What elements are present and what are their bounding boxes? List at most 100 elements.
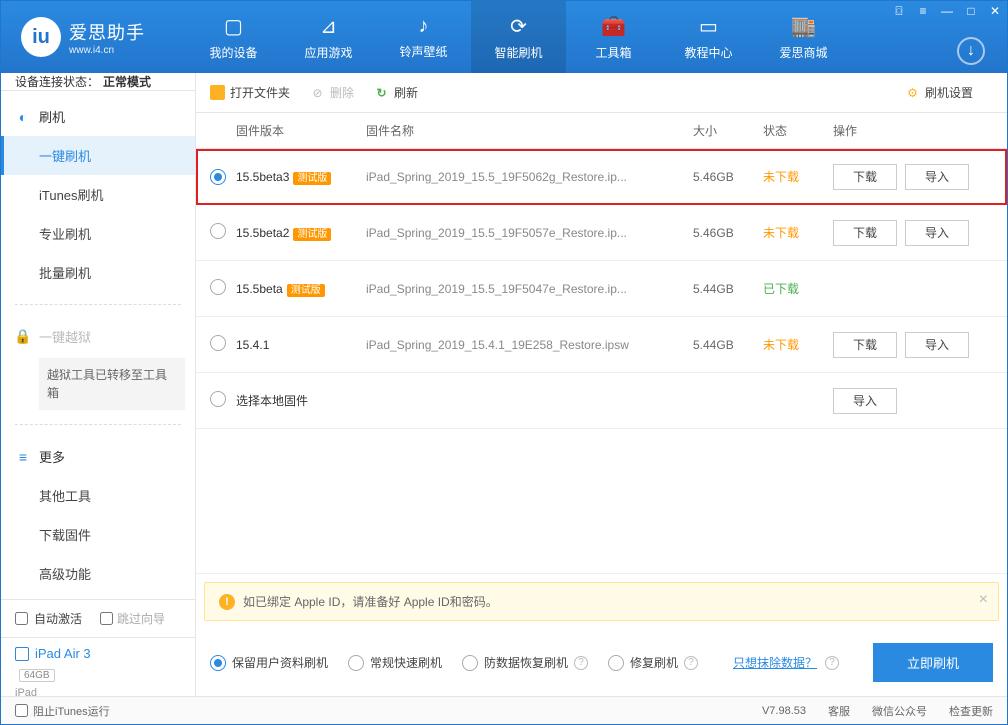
nav-toolbox[interactable]: 🧰工具箱 xyxy=(566,1,661,73)
sidebar-item-download-firmware[interactable]: 下载固件 xyxy=(1,515,195,554)
nav-apps-games[interactable]: ⊿应用游戏 xyxy=(281,1,376,73)
import-button[interactable]: 导入 xyxy=(905,220,969,246)
book-icon: ▭ xyxy=(699,14,718,39)
block-itunes-label: 阻止iTunes运行 xyxy=(33,703,110,719)
open-folder-button[interactable]: 打开文件夹 xyxy=(210,84,290,101)
refresh-button[interactable]: ↻ 刷新 xyxy=(374,84,418,101)
import-button[interactable]: 导入 xyxy=(905,332,969,358)
logo-icon: iu xyxy=(21,17,61,57)
sidebar-item-other-tools[interactable]: 其他工具 xyxy=(1,476,195,515)
sidebar-item-itunes-flash[interactable]: iTunes刷机 xyxy=(1,175,195,214)
nav-tabs: ▢我的设备 ⊿应用游戏 ♪铃声壁纸 ⟳智能刷机 🧰工具箱 ▭教程中心 🏬爱思商城 xyxy=(186,1,1007,73)
firmware-status: 未下载 xyxy=(763,338,799,352)
titlebar: iu 爱思助手 www.i4.cn ▢我的设备 ⊿应用游戏 ♪铃声壁纸 ⟳智能刷… xyxy=(1,1,1007,73)
device-status: 设备连接状态： 正常模式 xyxy=(1,73,195,91)
sidebar-item-advanced[interactable]: 高级功能 xyxy=(1,554,195,593)
delete-icon: ⊘ xyxy=(310,85,325,100)
close-button[interactable]: ✕ xyxy=(983,1,1007,21)
table-row[interactable]: 15.5beta3测试版 iPad_Spring_2019_15.5_19F50… xyxy=(196,149,1007,205)
music-icon: ♪ xyxy=(419,15,429,38)
sidebar-bottom: 自动激活 跳过向导 iPad Air 3 64GB iPad xyxy=(1,599,195,707)
alert-text: 如已绑定 Apple ID，请准备好 Apple ID和密码。 xyxy=(243,593,498,610)
apps-icon: ⊿ xyxy=(320,14,337,39)
flash-settings-button[interactable]: ⚙ 刷机设置 xyxy=(905,84,973,101)
skin-button[interactable]: ⌼ xyxy=(887,1,911,21)
flash-section-icon: ◐ xyxy=(15,109,31,125)
alert-close-button[interactable]: × xyxy=(979,591,988,609)
table-row[interactable]: 15.5beta2测试版 iPad_Spring_2019_15.5_19F50… xyxy=(196,205,1007,261)
nav-flash[interactable]: ⟳智能刷机 xyxy=(471,1,566,73)
firmware-version: 15.4.1 xyxy=(236,338,269,352)
help-icon[interactable]: ? xyxy=(825,656,839,670)
help-icon[interactable]: ? xyxy=(684,656,698,670)
main: 打开文件夹 ⊘ 删除 ↻ 刷新 ⚙ 刷机设置 固件版本 固件名称 大小 状态 操… xyxy=(196,73,1007,696)
flash-now-button[interactable]: 立即刷机 xyxy=(873,643,993,682)
import-button[interactable]: 导入 xyxy=(905,164,969,190)
row-radio[interactable] xyxy=(210,223,226,239)
warning-icon: ! xyxy=(219,594,235,610)
download-button[interactable]: 下载 xyxy=(833,220,897,246)
sidebar-item-pro-flash[interactable]: 专业刷机 xyxy=(1,214,195,253)
sidebar-header-more[interactable]: ≡ 更多 xyxy=(1,437,195,476)
column-status: 状态 xyxy=(763,122,833,139)
opt-repair-flash[interactable]: 修复刷机 ? xyxy=(608,654,698,671)
table-header: 固件版本 固件名称 大小 状态 操作 xyxy=(196,113,1007,149)
opt-preserve-data[interactable]: 保留用户资料刷机 xyxy=(210,654,328,671)
table-row[interactable]: 15.5beta测试版 iPad_Spring_2019_15.5_19F504… xyxy=(196,261,1007,317)
device-icon: ▢ xyxy=(224,14,243,39)
delete-button[interactable]: ⊘ 删除 xyxy=(310,84,354,101)
minimize-button[interactable]: — xyxy=(935,1,959,21)
status-wechat[interactable]: 微信公众号 xyxy=(872,703,927,719)
row-radio[interactable] xyxy=(210,169,226,185)
firmware-version: 选择本地固件 xyxy=(236,394,308,408)
auto-activate-checkbox[interactable] xyxy=(15,612,28,625)
row-radio[interactable] xyxy=(210,391,226,407)
row-radio[interactable] xyxy=(210,335,226,351)
download-progress-icon[interactable]: ↓ xyxy=(957,37,985,65)
opt-anti-recovery-flash[interactable]: 防数据恢复刷机 ? xyxy=(462,654,588,671)
device-capacity: 64GB xyxy=(19,669,55,682)
table-row[interactable]: 15.4.1 iPad_Spring_2019_15.4.1_19E258_Re… xyxy=(196,317,1007,373)
block-itunes-checkbox[interactable] xyxy=(15,704,28,717)
status-check-update[interactable]: 检查更新 xyxy=(949,703,993,719)
alert-bar: ! 如已绑定 Apple ID，请准备好 Apple ID和密码。 × xyxy=(204,582,999,621)
erase-data-link[interactable]: 只想抹除数据？ xyxy=(733,654,817,671)
opt-normal-flash[interactable]: 常规快速刷机 xyxy=(348,654,442,671)
nav-store[interactable]: 🏬爱思商城 xyxy=(756,1,851,73)
column-ops: 操作 xyxy=(833,122,993,139)
refresh-icon: ↻ xyxy=(374,85,389,100)
firmware-size: 5.44GB xyxy=(693,338,734,352)
store-icon: 🏬 xyxy=(791,14,816,39)
skip-guide-checkbox[interactable] xyxy=(100,612,113,625)
sidebar: 设备连接状态： 正常模式 ◐ 刷机 一键刷机 iTunes刷机 专业刷机 批量刷… xyxy=(1,73,196,696)
firmware-name: iPad_Spring_2019_15.5_19F5047e_Restore.i… xyxy=(366,282,627,296)
sidebar-item-batch-flash[interactable]: 批量刷机 xyxy=(1,253,195,292)
divider xyxy=(15,424,181,425)
nav-ringtones[interactable]: ♪铃声壁纸 xyxy=(376,1,471,73)
sidebar-header-flash[interactable]: ◐ 刷机 xyxy=(1,97,195,136)
app-version: V7.98.53 xyxy=(762,705,806,717)
firmware-name: iPad_Spring_2019_15.5_19F5062g_Restore.i… xyxy=(366,170,627,184)
help-icon[interactable]: ? xyxy=(574,656,588,670)
nav-my-device[interactable]: ▢我的设备 xyxy=(186,1,281,73)
app-subtitle: www.i4.cn xyxy=(69,45,145,56)
status-support[interactable]: 客服 xyxy=(828,703,850,719)
download-button[interactable]: 下载 xyxy=(833,332,897,358)
column-size: 大小 xyxy=(693,122,763,139)
import-button[interactable]: 导入 xyxy=(833,388,897,414)
beta-tag: 测试版 xyxy=(293,172,331,185)
firmware-size: 5.46GB xyxy=(693,170,734,184)
menu-button[interactable]: ≡ xyxy=(911,1,935,21)
column-name: 固件名称 xyxy=(366,122,693,139)
device-info[interactable]: iPad Air 3 64GB iPad xyxy=(1,637,195,707)
firmware-status: 已下载 xyxy=(763,282,799,296)
download-button[interactable]: 下载 xyxy=(833,164,897,190)
row-radio[interactable] xyxy=(210,279,226,295)
sidebar-item-oneclick-flash[interactable]: 一键刷机 xyxy=(1,136,195,175)
table-row[interactable]: 选择本地固件 导入 xyxy=(196,373,1007,429)
maximize-button[interactable]: □ xyxy=(959,1,983,21)
sidebar-header-jailbreak: 🔒 一键越狱 xyxy=(1,317,195,356)
jailbreak-notice: 越狱工具已转移至工具箱 xyxy=(39,358,185,410)
nav-tutorials[interactable]: ▭教程中心 xyxy=(661,1,756,73)
firmware-status: 未下载 xyxy=(763,226,799,240)
